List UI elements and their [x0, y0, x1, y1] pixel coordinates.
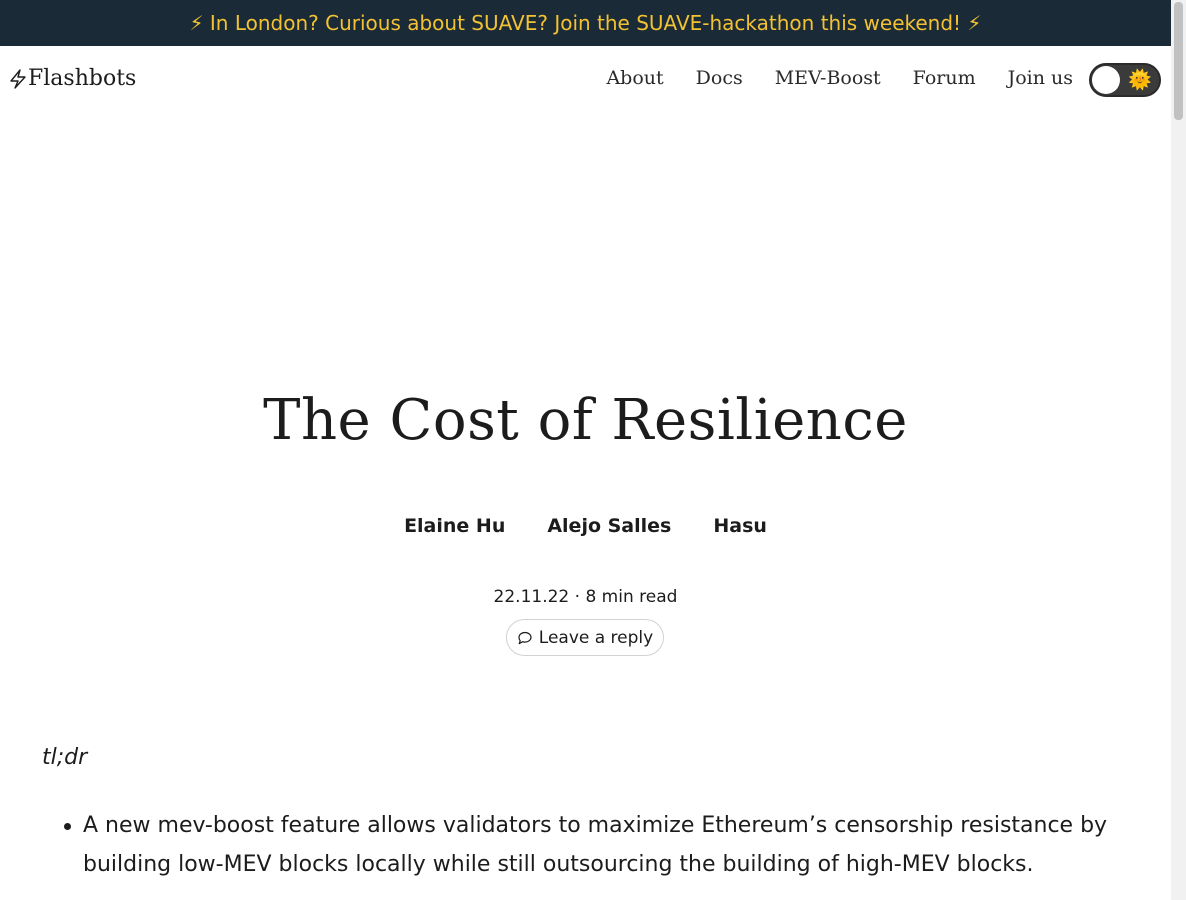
nav-links: About Docs MEV-Boost Forum Join us — [574, 67, 1073, 89]
article-title: The Cost of Resilience — [263, 388, 908, 453]
reply-label: Leave a reply — [538, 627, 654, 648]
top-navigation: Flashbots About Docs MEV-Boost Forum Joi… — [0, 46, 1171, 112]
author-list: Elaine Hu Alejo Salles Hasu — [0, 515, 1171, 537]
page-scrollbar[interactable] — [1171, 0, 1186, 900]
theme-toggle[interactable]: 🌞 — [1089, 63, 1161, 97]
leave-reply-button[interactable]: Leave a reply — [506, 619, 664, 656]
nav-link-forum[interactable]: Forum — [913, 67, 976, 89]
author-link[interactable]: Alejo Salles — [547, 515, 671, 537]
list-item: A new mev-boost feature allows validator… — [64, 806, 1123, 884]
announcement-banner[interactable]: ⚡ In London? Curious about SUAVE? Join t… — [0, 0, 1171, 46]
sun-icon: 🌞 — [1128, 69, 1152, 91]
author-link[interactable]: Hasu — [713, 515, 767, 537]
banner-text[interactable]: ⚡ In London? Curious about SUAVE? Join t… — [190, 11, 982, 35]
comment-icon — [518, 631, 532, 644]
author-link[interactable]: Elaine Hu — [404, 515, 505, 537]
toggle-knob — [1092, 66, 1120, 94]
nav-link-join-us[interactable]: Join us — [1008, 67, 1073, 89]
article-meta: 22.11.22 · 8 min read — [493, 587, 678, 607]
flashbots-logo[interactable]: Flashbots — [9, 66, 136, 91]
tldr-list: A new mev-boost feature allows validator… — [64, 806, 1123, 884]
nav-link-docs[interactable]: Docs — [696, 67, 743, 89]
logo-text: Flashbots — [28, 66, 137, 91]
nav-link-about[interactable]: About — [606, 67, 663, 89]
nav-link-mev-boost[interactable]: MEV-Boost — [775, 67, 881, 89]
lightning-bolt-icon — [10, 68, 26, 89]
scrollbar-thumb[interactable] — [1174, 2, 1183, 120]
tldr-heading: tl;dr — [42, 745, 88, 770]
